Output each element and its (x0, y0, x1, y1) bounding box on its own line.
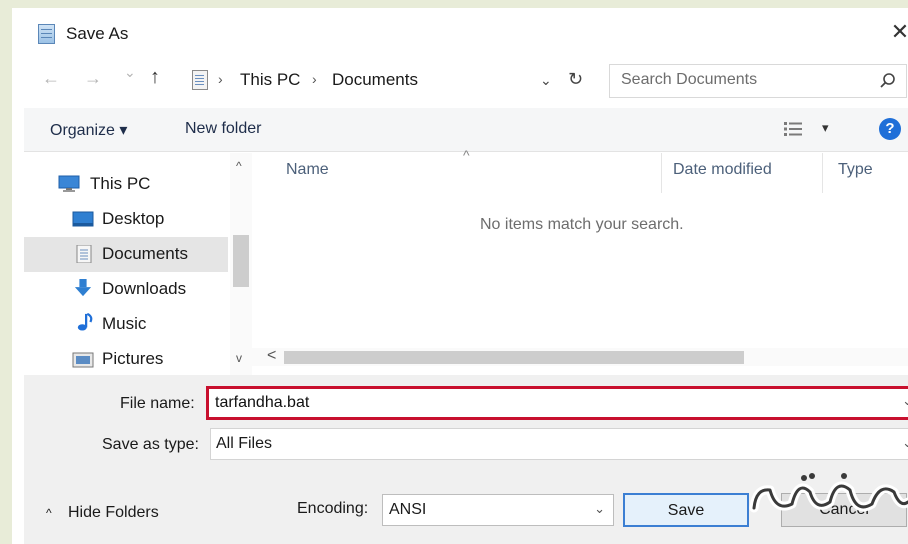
chevron-down-icon: ⌄ (902, 435, 908, 450)
file-list-horizontal-scrollbar[interactable]: < > (252, 347, 908, 366)
watermark-logo (749, 473, 908, 513)
scrollbar-thumb[interactable] (233, 235, 249, 287)
close-icon[interactable]: ✕ (888, 18, 908, 46)
sidebar-item-label: Desktop (102, 209, 165, 228)
sidebar-item-label: Documents (102, 244, 188, 263)
search-input[interactable] (621, 71, 861, 89)
navigation-pane-scrollbar[interactable]: ^ v (230, 153, 252, 375)
navigation-bar: ← → ⌄ ↑ › This PC › Documents ⌄ ↻ (24, 58, 908, 104)
caret-up-icon: ^ (46, 506, 52, 520)
search-box (609, 64, 907, 98)
address-bar[interactable]: › This PC › Documents ⌄ ↻ (184, 64, 602, 98)
scrollbar-thumb[interactable] (284, 351, 744, 364)
file-name-input[interactable] (215, 394, 875, 412)
documents-location-icon (192, 70, 208, 90)
sidebar-item-label: Downloads (102, 279, 187, 298)
save-as-dialog: Save As ✕ ← → ⌄ ↑ › This PC › Documents … (0, 0, 908, 544)
file-list-pane: ^ Name Date modified Type No items match… (252, 147, 908, 375)
scroll-left-icon[interactable]: < (267, 347, 276, 365)
breadcrumb-separator-icon: › (312, 71, 317, 87)
recent-locations-icon[interactable]: ⌄ (124, 64, 136, 81)
notepad-icon (38, 24, 55, 44)
sidebar-item-music[interactable]: Music (24, 307, 228, 342)
pictures-icon (72, 352, 94, 368)
file-name-label: File name: (120, 395, 195, 412)
navigation-pane: This PC Desktop Documents Downloads Musi… (24, 153, 252, 375)
sidebar-item-desktop[interactable]: Desktop (24, 202, 228, 237)
save-as-type-label: Save as type: (102, 436, 199, 453)
column-header-type[interactable]: Type (838, 161, 873, 179)
new-folder-button[interactable]: New folder (185, 120, 261, 138)
help-icon[interactable]: ? (879, 118, 901, 140)
column-header-name[interactable]: Name (286, 161, 329, 179)
chevron-down-icon[interactable]: ⌄ (902, 393, 908, 409)
empty-results-message: No items match your search. (480, 216, 684, 233)
encoding-value: ANSI (389, 501, 427, 518)
forward-arrow-icon[interactable]: → (84, 68, 102, 89)
music-note-icon (77, 313, 93, 331)
hide-folders-button[interactable]: Hide Folders (68, 504, 159, 522)
view-dropdown-icon[interactable]: ▾ (822, 120, 829, 136)
encoding-select[interactable]: ANSI ⌄ (382, 494, 614, 526)
view-options-icon[interactable] (784, 122, 804, 136)
sidebar-item-pictures[interactable]: Pictures (24, 342, 228, 375)
chevron-down-icon: ⌄ (594, 501, 605, 516)
scroll-down-icon[interactable]: v (236, 351, 242, 365)
save-button[interactable]: Save (623, 493, 749, 527)
up-arrow-icon[interactable]: ↑ (150, 66, 160, 89)
sidebar-item-documents[interactable]: Documents (24, 237, 228, 272)
sidebar-item-label: Music (102, 314, 147, 333)
chevron-down-icon[interactable]: ⌄ (540, 72, 552, 89)
monitor-icon (58, 175, 80, 192)
command-toolbar: Organize ▾ New folder ▾ ? (24, 108, 908, 152)
sidebar-item-label: This PC (90, 174, 151, 193)
breadcrumb-documents[interactable]: Documents (332, 70, 418, 90)
breadcrumb-separator-icon: › (218, 71, 223, 87)
dialog-title: Save As (66, 24, 129, 43)
column-divider[interactable] (822, 153, 823, 193)
search-icon[interactable] (878, 71, 898, 91)
save-as-type-value: All Files (216, 435, 273, 452)
organize-menu-button[interactable]: Organize ▾ (50, 120, 127, 140)
breadcrumb-this-pc[interactable]: This PC (240, 70, 300, 90)
desktop-icon (72, 211, 94, 227)
save-as-type-select[interactable]: All Files ⌄ (210, 428, 908, 460)
back-arrow-icon[interactable]: ← (42, 68, 60, 89)
window-frame (12, 0, 908, 8)
refresh-icon[interactable]: ↻ (568, 69, 583, 90)
file-name-field: ⌄ (206, 386, 908, 420)
download-arrow-icon (74, 279, 92, 297)
column-header-date-modified[interactable]: Date modified (673, 161, 772, 179)
sort-ascending-icon: ^ (463, 147, 470, 163)
documents-icon (76, 245, 92, 263)
scroll-up-icon[interactable]: ^ (236, 159, 242, 173)
sidebar-item-this-pc[interactable]: This PC (24, 167, 228, 202)
sidebar-item-downloads[interactable]: Downloads (24, 272, 228, 307)
title-bar: Save As ✕ (24, 8, 908, 58)
encoding-label: Encoding: (297, 500, 369, 517)
sidebar-item-label: Pictures (102, 349, 164, 368)
column-divider[interactable] (661, 153, 662, 193)
